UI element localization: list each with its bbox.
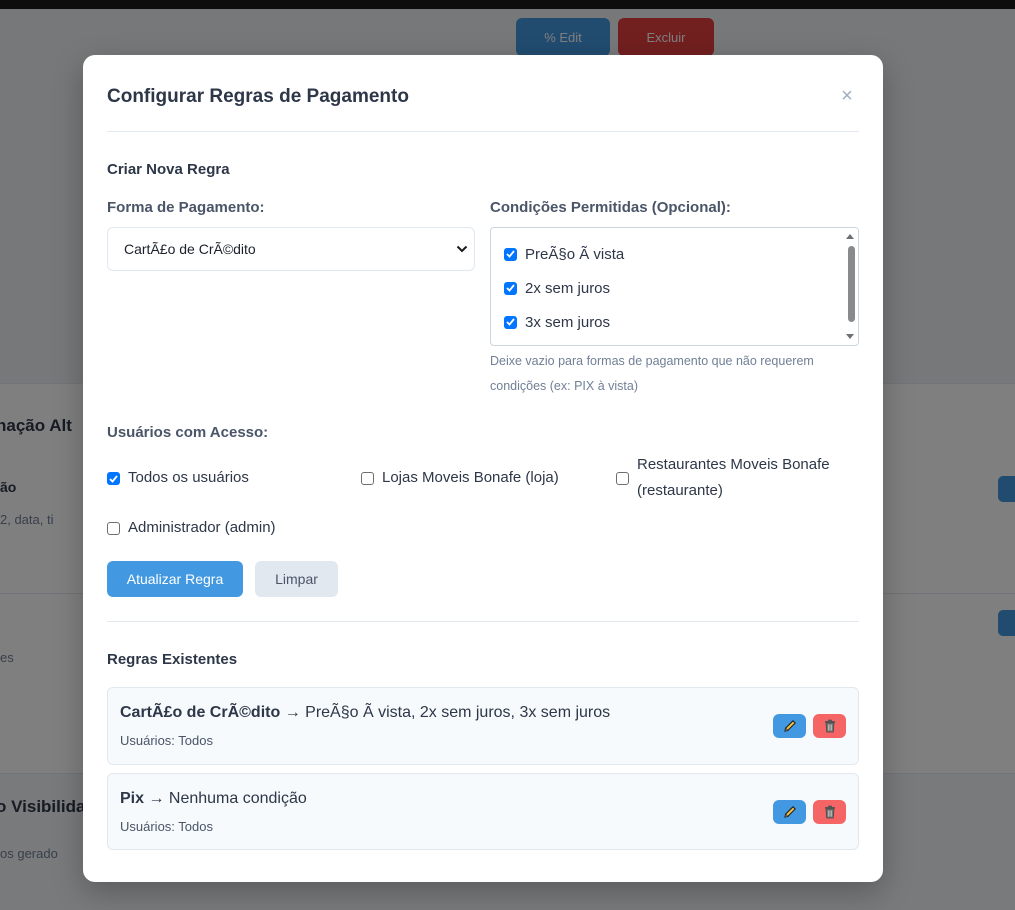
divider [107, 621, 859, 622]
condition-label: 3x sem juros [525, 313, 611, 331]
scrollbar[interactable] [843, 228, 858, 345]
user-option[interactable]: Administrador (admin) [107, 515, 276, 541]
rule-arrow: → [280, 704, 306, 721]
users-label: Usuários com Acesso: [107, 424, 269, 441]
user-label: Administrador (admin) [128, 519, 276, 536]
rule-arrow: → [144, 790, 169, 807]
checkbox[interactable] [504, 281, 517, 295]
rule-users: Usuários: Todos [120, 819, 213, 834]
scrollbar-thumb[interactable] [848, 246, 855, 322]
condition-label: PreÃ§o Ã vista [525, 245, 625, 263]
user-option[interactable]: Todos os usuários [107, 465, 249, 491]
rule-payment: Pix [120, 790, 145, 807]
condition-option[interactable]: 3x sem juros [504, 311, 610, 333]
clear-button[interactable]: Limpar [255, 561, 338, 597]
edit-rule-button[interactable] [773, 714, 806, 738]
condition-label: 2x sem juros [525, 279, 611, 297]
user-label: Todos os usuários [128, 469, 249, 486]
rule-card: CartÃ£o de CrÃ©dito → PreÃ§o Ã vista, 2x… [107, 687, 859, 765]
check-icon [109, 474, 118, 483]
close-icon[interactable]: × [839, 85, 855, 107]
modal-title: Configurar Regras de Pagamento [107, 86, 409, 107]
user-label: Lojas Moveis Bonafe (loja) [382, 469, 559, 486]
check-icon [506, 318, 515, 326]
conditions-list[interactable]: PreÃ§o Ã vista 2x sem juros 3x sem juros [490, 227, 859, 346]
payment-method-label: Forma de Pagamento: [107, 199, 265, 216]
checkbox[interactable] [107, 472, 120, 485]
chevron-down-icon [456, 245, 468, 253]
rule-users: Usuários: Todos [120, 733, 213, 748]
pencil-icon [783, 806, 796, 818]
checkbox[interactable] [504, 315, 517, 329]
rule-summary: Pix → Nenhuma condição [120, 790, 307, 808]
conditions-hint: Deixe vazio para formas de pagamento que… [490, 354, 814, 393]
existing-rules-title: Regras Existentes [107, 651, 238, 668]
checkbox[interactable] [361, 472, 374, 485]
payment-method-select[interactable]: CartÃ£o de CrÃ©dito [107, 227, 475, 271]
new-rule-title: Criar Nova Regra [107, 161, 230, 178]
rule-conditions: Nenhuma condição [168, 790, 307, 807]
payment-rules-modal: Configurar Regras de Pagamento × Criar N… [83, 55, 883, 882]
checkbox[interactable] [504, 247, 517, 261]
delete-rule-button[interactable] [813, 714, 846, 738]
user-label: Restaurantes Moveis Bonafe (restaurante) [637, 456, 830, 499]
rule-card: Pix → Nenhuma condição Usuários: Todos [107, 773, 859, 850]
delete-rule-button[interactable] [813, 800, 846, 824]
condition-option[interactable]: PreÃ§o Ã vista [504, 243, 624, 265]
scroll-down-icon[interactable] [846, 334, 854, 339]
check-icon [506, 284, 515, 292]
divider [107, 131, 859, 132]
scroll-up-icon[interactable] [846, 234, 854, 239]
pencil-icon [783, 720, 796, 732]
rule-conditions: PreÃ§o Ã vista, 2x sem juros, 3x sem jur… [305, 704, 611, 721]
checkbox[interactable] [616, 472, 629, 485]
rule-summary: CartÃ£o de CrÃ©dito → PreÃ§o Ã vista, 2x… [120, 704, 610, 722]
check-icon [506, 250, 515, 258]
update-rule-button[interactable]: Atualizar Regra [107, 561, 243, 597]
user-option[interactable]: Lojas Moveis Bonafe (loja) [361, 465, 559, 491]
condition-option[interactable]: 2x sem juros [504, 277, 610, 299]
trash-icon [824, 719, 835, 733]
rule-payment: CartÃ£o de CrÃ©dito [120, 704, 281, 721]
trash-icon [824, 805, 835, 819]
edit-rule-button[interactable] [773, 800, 806, 824]
conditions-label: Condições Permitidas (Opcional): [490, 199, 731, 216]
payment-method-value: CartÃ£o de CrÃ©dito [124, 241, 256, 257]
checkbox[interactable] [107, 522, 120, 535]
user-option[interactable]: Restaurantes Moveis Bonafe (restaurante) [616, 452, 846, 504]
